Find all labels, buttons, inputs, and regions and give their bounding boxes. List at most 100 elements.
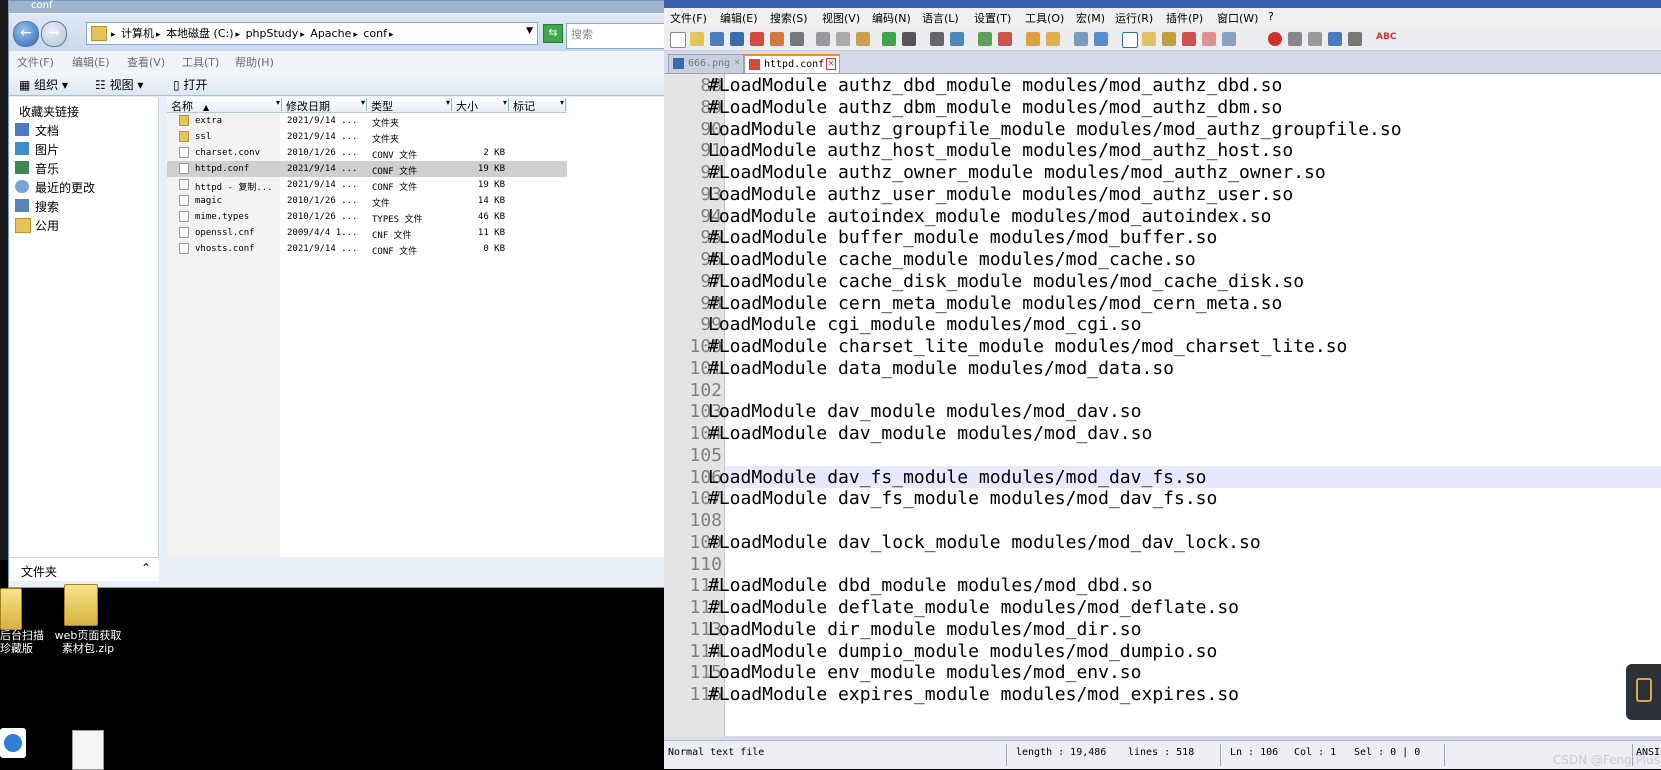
close-icon[interactable]: ✕ [825, 58, 836, 70]
code-line[interactable]: #LoadModule authz_owner_module modules/m… [708, 161, 1326, 184]
stop-macro-icon[interactable] [1288, 32, 1302, 46]
print-icon[interactable] [790, 32, 804, 46]
file-row[interactable]: vhosts.conf 2021/9/14 ... CONF 文件 0 KB [167, 241, 567, 257]
code-line[interactable]: #LoadModule dav_lock_module modules/mod_… [708, 531, 1261, 554]
file-row[interactable]: magic 2010/1/26 ... 文件 14 KB [167, 193, 567, 209]
code-line[interactable]: #LoadModule deflate_module modules/mod_d… [708, 596, 1239, 619]
replace-icon[interactable] [950, 32, 964, 46]
run-macro-multiple-icon[interactable] [1328, 32, 1342, 46]
sync-vertical-icon[interactable] [1026, 32, 1040, 46]
breadcrumb-local-disk[interactable]: 本地磁盘 (C:) [166, 27, 233, 40]
folder-icon[interactable] [0, 588, 22, 630]
find-icon[interactable] [930, 32, 944, 46]
open-file-icon[interactable] [690, 32, 704, 46]
back-arrow-icon[interactable]: ← [13, 21, 39, 47]
column-size[interactable]: 大小 ▾ [452, 98, 509, 113]
file-row[interactable]: charset.conv 2010/1/26 ... CONV 文件 2 KB [167, 145, 567, 161]
code-line[interactable]: LoadModule authz_host_module modules/mod… [708, 139, 1293, 162]
zoom-in-icon[interactable] [978, 32, 992, 46]
word-wrap-icon[interactable] [1074, 32, 1088, 46]
paste-icon[interactable] [856, 32, 870, 46]
explorer-title-bar[interactable]: conf [9, 0, 681, 13]
column-type[interactable]: 类型 ▾ [367, 98, 452, 113]
npp-menu-view[interactable]: 视图(V) [822, 10, 860, 26]
code-line[interactable]: #LoadModule dumpio_module modules/mod_du… [708, 640, 1217, 663]
breadcrumb-phpstudy[interactable]: phpStudy [246, 27, 299, 40]
code-line[interactable]: #LoadModule authz_dbm_module modules/mod… [708, 96, 1282, 119]
text-file-icon[interactable] [72, 730, 104, 770]
npp-menu-settings[interactable]: 设置(T) [974, 10, 1011, 26]
file-row[interactable]: httpd - 复制... 2021/9/14 ... CONF 文件 19 KB [167, 177, 567, 193]
play-macro-icon[interactable] [1308, 32, 1322, 46]
close-icon[interactable]: ✕ [734, 57, 740, 68]
code-line[interactable]: LoadModule authz_groupfile_module module… [708, 118, 1402, 141]
cut-icon[interactable] [816, 32, 830, 46]
file-row[interactable]: ssl 2021/9/14 ... 文件夹 [167, 129, 567, 145]
code-line[interactable]: #LoadModule charset_lite_module modules/… [708, 335, 1347, 358]
code-line[interactable]: LoadModule dav_module modules/mod_dav.so [708, 400, 1141, 423]
code-line[interactable]: LoadModule dir_module modules/mod_dir.so [708, 618, 1141, 641]
code-line[interactable]: #LoadModule data_module modules/mod_data… [708, 357, 1174, 380]
code-line[interactable]: #LoadModule dav_fs_module modules/mod_da… [708, 487, 1217, 510]
code-line[interactable]: LoadModule dav_fs_module modules/mod_dav… [708, 466, 1207, 489]
file-row[interactable]: extra 2021/9/14 ... 文件夹 [167, 113, 567, 129]
browser-icon[interactable] [0, 728, 26, 758]
notepad-title-bar[interactable] [664, 0, 1661, 8]
npp-menu-file[interactable]: 文件(F) [670, 10, 707, 26]
sync-horizontal-icon[interactable] [1046, 32, 1060, 46]
organize-button[interactable]: ▦ 组织 ▾ [19, 76, 68, 93]
undo-icon[interactable] [882, 32, 896, 46]
chevron-down-icon[interactable]: ▾ [503, 98, 507, 107]
folders-toggle[interactable]: 文件夹 ⌃ [9, 557, 159, 581]
folder-workspace-icon[interactable] [1202, 32, 1216, 46]
code-line[interactable]: LoadModule env_module modules/mod_env.so [708, 661, 1141, 684]
npp-menu-plugins[interactable]: 插件(P) [1166, 10, 1203, 26]
tab-666-png[interactable]: 666.png ✕ [668, 54, 744, 73]
npp-menu-edit[interactable]: 编辑(E) [720, 10, 758, 26]
file-row[interactable]: openssl.cnf 2009/4/4 1... CNF 文件 11 KB [167, 225, 567, 241]
chevron-down-icon[interactable]: ▾ [446, 98, 450, 107]
indent-guide-icon[interactable] [1122, 32, 1138, 48]
breadcrumb-apache[interactable]: Apache [310, 27, 351, 40]
code-line[interactable]: #LoadModule expires_module modules/mod_e… [708, 683, 1239, 706]
code-line[interactable]: LoadModule cgi_module modules/mod_cgi.so [708, 313, 1141, 336]
npp-menu-help[interactable]: ? [1268, 10, 1274, 23]
code-line[interactable]: #LoadModule cern_meta_module modules/mod… [708, 292, 1282, 315]
editor-area[interactable]: 88 89 90 91 92 93 94 95 96 97 98 99 100 101 102 103 104 1… [664, 73, 1661, 737]
close-all-icon[interactable] [770, 32, 784, 46]
menu-edit[interactable]: 编辑(E) [72, 54, 110, 70]
side-floating-button[interactable] [1626, 664, 1661, 720]
column-date[interactable]: 修改日期 ▾ [282, 98, 367, 113]
copy-icon[interactable] [836, 32, 850, 46]
code-line[interactable]: LoadModule authz_user_module modules/mod… [708, 183, 1293, 206]
menu-help[interactable]: 帮助(H) [235, 54, 274, 70]
menu-tools[interactable]: 工具(T) [182, 54, 219, 70]
function-list-icon[interactable] [1182, 32, 1196, 46]
column-name[interactable]: 名称 ▲ ▾ [167, 98, 282, 113]
redo-icon[interactable] [902, 32, 916, 46]
save-macro-icon[interactable] [1348, 32, 1362, 46]
npp-menu-window[interactable]: 窗口(W) [1217, 10, 1258, 26]
open-button[interactable]: ▯ 打开 [173, 76, 207, 93]
save-icon[interactable] [710, 32, 724, 46]
breadcrumb-conf[interactable]: conf [363, 27, 387, 40]
column-tags[interactable]: 标记 ▾ [509, 98, 566, 113]
code-line[interactable]: #LoadModule cache_module modules/mod_cac… [708, 248, 1196, 271]
code-line[interactable]: #LoadModule dav_module modules/mod_dav.s… [708, 422, 1152, 445]
zoom-out-icon[interactable] [998, 32, 1012, 46]
menu-view[interactable]: 查看(V) [127, 54, 165, 70]
chevron-down-icon[interactable]: ▼ [526, 26, 533, 36]
npp-menu-search[interactable]: 搜索(S) [770, 10, 808, 26]
refresh-icon[interactable]: ⇆ [543, 24, 563, 43]
close-file-icon[interactable] [750, 32, 764, 46]
forward-arrow-icon[interactable]: → [41, 21, 67, 47]
breadcrumb-computer[interactable]: 计算机 [121, 27, 154, 40]
code-line[interactable]: #LoadModule cache_disk_module modules/mo… [708, 270, 1304, 293]
npp-menu-macro[interactable]: 宏(M) [1076, 10, 1105, 26]
file-row[interactable]: httpd.conf 2021/9/14 ... CONF 文件 19 KB [167, 161, 567, 177]
udl-icon[interactable] [1142, 32, 1156, 46]
menu-file[interactable]: 文件(F) [17, 54, 54, 70]
npp-menu-run[interactable]: 运行(R) [1115, 10, 1153, 26]
code-line[interactable]: #LoadModule dbd_module modules/mod_dbd.s… [708, 574, 1152, 597]
chevron-down-icon[interactable]: ▾ [560, 98, 564, 107]
